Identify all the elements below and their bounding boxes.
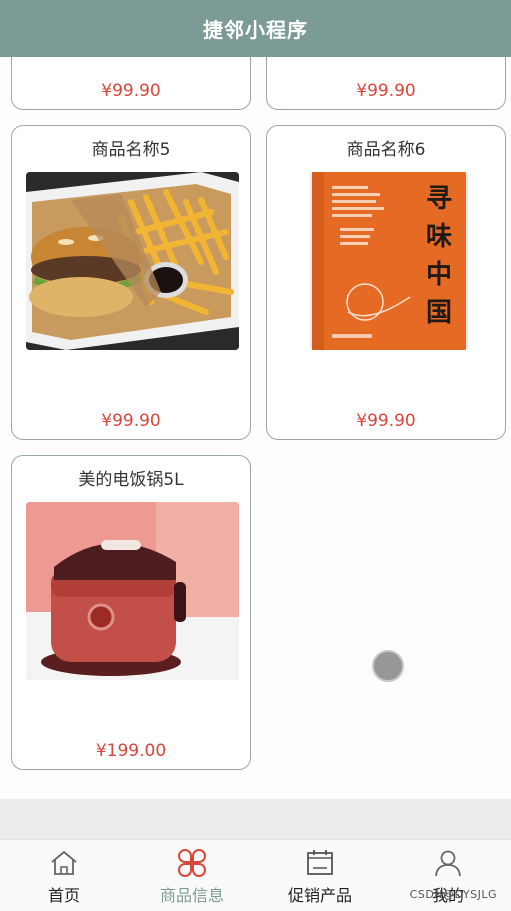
product-name: 商品名称6 — [346, 140, 426, 160]
product-card[interactable]: 商品名称5 ¥99.90 — [11, 125, 251, 440]
product-name: 商品名称5 — [91, 140, 171, 160]
product-card[interactable]: ¥99.90 — [11, 57, 251, 110]
app-title: 捷邻小程序 — [203, 18, 308, 42]
tab-promotions[interactable]: 促销产品 — [256, 840, 384, 911]
touch-indicator — [372, 650, 404, 682]
product-name: 美的电饭锅5L — [78, 470, 184, 490]
tab-label: 商品信息 — [159, 886, 224, 905]
clover-grid-icon — [177, 848, 207, 878]
product-card[interactable]: ¥99.90 — [266, 57, 506, 110]
cookbook-cover: 寻味中国 — [310, 172, 468, 350]
rice-cooker-photo — [26, 502, 239, 680]
calendar-icon — [305, 848, 335, 878]
product-card[interactable]: 美的电饭锅5L ¥199.00 — [11, 455, 251, 770]
app-header: 捷邻小程序 — [0, 0, 511, 57]
product-price: ¥199.00 — [95, 741, 167, 761]
product-price: ¥99.90 — [356, 81, 416, 101]
product-price: ¥99.90 — [356, 411, 416, 431]
tab-label: 首页 — [47, 886, 80, 905]
burger-fries-photo — [26, 172, 239, 350]
bottom-spacer — [0, 799, 511, 839]
product-price: ¥99.90 — [101, 81, 161, 101]
user-icon — [433, 848, 463, 878]
book-cover-title: 寻味中国 — [425, 184, 452, 328]
tab-label: 促销产品 — [287, 886, 352, 905]
product-card[interactable]: 商品名称6 寻味中国 ¥99.90 — [266, 125, 506, 440]
product-list[interactable]: ¥99.90 ¥99.90 商品名称5 ¥99.90 商品名称6 寻味中国 ¥9… — [0, 57, 511, 799]
product-price: ¥99.90 — [101, 411, 161, 431]
tab-home[interactable]: 首页 — [0, 840, 128, 911]
tab-products[interactable]: 商品信息 — [128, 840, 256, 911]
home-icon — [49, 848, 79, 878]
watermark: CSDN@DYSJLG — [409, 888, 497, 901]
